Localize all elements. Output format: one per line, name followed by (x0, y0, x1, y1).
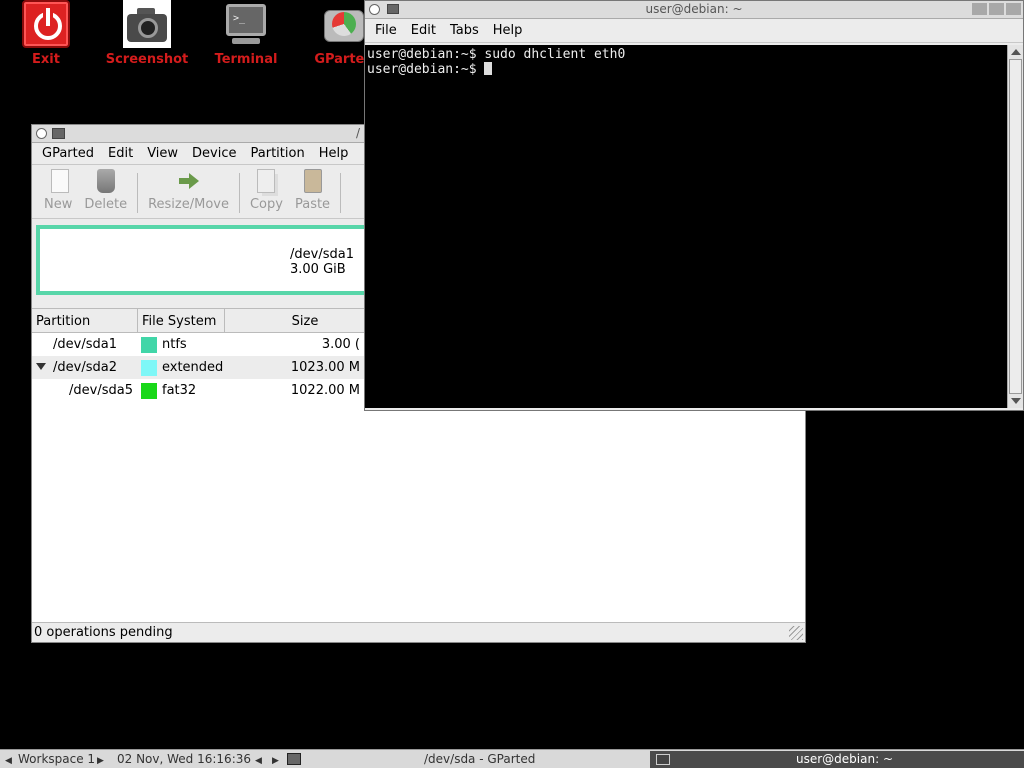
desktop-icon-screenshot[interactable]: Screenshot (97, 0, 197, 67)
status-text: 0 operations pending (34, 625, 173, 640)
desktop-icon-exit[interactable]: Exit (0, 0, 96, 67)
expander-arrow-icon[interactable] (36, 363, 46, 370)
status-bar: 0 operations pending (32, 622, 805, 642)
window-title: user@debian: ~ (645, 2, 743, 16)
menu-file[interactable]: File (368, 23, 404, 38)
window-controls (972, 3, 1021, 15)
toolbar-separator (340, 173, 342, 213)
terminal-menubar: File Edit Tabs Help (365, 19, 1023, 43)
text-cursor (484, 62, 493, 75)
partition-name: /dev/sda1 (53, 337, 117, 352)
menu-gparted[interactable]: GParted (35, 146, 101, 161)
window-title: / (356, 126, 361, 140)
map-device-size: 3.00 GiB (290, 262, 346, 277)
taskbar: Workspace 1 02 Nov, Wed 16:16:36 /dev/sd… (0, 749, 1024, 768)
menu-help[interactable]: Help (486, 23, 530, 38)
terminal-task-icon (656, 754, 670, 765)
new-document-icon (50, 169, 69, 193)
resize-move-button[interactable]: Resize/Move (142, 169, 235, 212)
partition-map-segment[interactable]: /dev/sda1 3.00 GiB (290, 247, 354, 277)
power-icon (22, 0, 70, 48)
workspace-label[interactable]: Workspace 1 (18, 752, 95, 766)
paste-button[interactable]: Paste (289, 169, 336, 212)
close-button[interactable] (1006, 3, 1021, 15)
new-button[interactable]: New (38, 169, 78, 212)
column-header-filesystem[interactable]: File System (138, 309, 225, 332)
menu-partition[interactable]: Partition (244, 146, 312, 161)
toolbar-separator (137, 173, 139, 213)
workspace-next-icon[interactable] (97, 752, 104, 766)
filesystem-name: extended (162, 360, 224, 375)
filesystem-name: fat32 (162, 383, 197, 398)
filesystem-name: ntfs (162, 337, 187, 352)
map-device-name: /dev/sda1 (290, 247, 354, 262)
terminal-output[interactable]: user@debian:~$ sudo dhclient eth0 user@de… (365, 45, 1007, 408)
partition-name-cell: /dev/sda2 (32, 360, 138, 375)
paste-icon (303, 169, 322, 193)
partition-size: 1022.00 M (290, 383, 360, 398)
menu-tabs[interactable]: Tabs (443, 23, 486, 38)
menu-help[interactable]: Help (312, 146, 356, 161)
trash-icon (96, 169, 115, 193)
filesystem-color-swatch (141, 359, 157, 376)
partition-size: 1023.00 M (290, 360, 360, 375)
partition-size: 3.00 ( (321, 337, 360, 352)
copy-button-label: Copy (249, 197, 283, 212)
desktop-icon-label: Terminal (214, 52, 278, 67)
menu-edit[interactable]: Edit (101, 146, 140, 161)
column-header-size[interactable]: Size (225, 309, 385, 332)
scroll-down-arrow-icon[interactable] (1011, 398, 1021, 404)
terminal-titlebar[interactable]: user@debian: ~ (365, 1, 1023, 19)
delete-button-label: Delete (84, 197, 128, 212)
copy-button[interactable]: Copy (244, 169, 289, 212)
maximize-button[interactable] (989, 3, 1004, 15)
resize-arrow-icon (177, 169, 201, 193)
terminal-window: user@debian: ~ File Edit Tabs Help user@… (364, 0, 1024, 411)
new-button-label: New (44, 197, 73, 212)
minimize-button[interactable] (972, 3, 987, 15)
terminal-scrollbar[interactable] (1007, 45, 1023, 408)
filesystem-color-swatch (141, 336, 157, 353)
desktop-icon-label: Screenshot (105, 52, 189, 67)
clock: 02 Nov, Wed 16:16:36 (117, 752, 252, 766)
window-menu-icon[interactable] (36, 128, 47, 139)
copy-icon (257, 169, 276, 193)
gparted-task-icon (287, 753, 301, 765)
paste-button-label: Paste (294, 197, 331, 212)
terminal-line: user@debian:~$ sudo dhclient eth0 (367, 47, 626, 62)
menu-device[interactable]: Device (185, 146, 243, 161)
task-gparted[interactable]: /dev/sda - GParted (418, 751, 541, 768)
desktop-icon-label: Exit (32, 52, 60, 67)
workspace-prev-icon[interactable] (5, 752, 12, 766)
task-prev-icon[interactable] (255, 752, 262, 766)
gparted-app-icon (52, 128, 65, 139)
task-terminal-label: user@debian: ~ (796, 752, 893, 766)
menu-edit[interactable]: Edit (404, 23, 443, 38)
partition-name: /dev/sda5 (69, 383, 133, 398)
partition-name: /dev/sda2 (53, 360, 117, 375)
filesystem-color-swatch (141, 382, 157, 399)
camera-icon (123, 0, 171, 48)
toolbar-separator (238, 173, 240, 213)
gparted-icon (320, 0, 368, 48)
terminal-prompt-line: user@debian:~$ (367, 62, 1005, 77)
resize-move-button-label: Resize/Move (148, 197, 229, 212)
scroll-up-arrow-icon[interactable] (1011, 49, 1021, 55)
desktop-icon-terminal[interactable]: >_ Terminal (196, 0, 296, 67)
task-terminal[interactable]: user@debian: ~ (650, 751, 1024, 768)
menu-view[interactable]: View (140, 146, 185, 161)
terminal-prompt: user@debian:~$ (367, 62, 485, 77)
terminal-icon: >_ (222, 0, 270, 48)
resize-grip-icon[interactable] (789, 626, 803, 640)
delete-button[interactable]: Delete (78, 169, 133, 212)
column-header-partition[interactable]: Partition (32, 309, 138, 332)
scrollbar-thumb[interactable] (1009, 59, 1022, 394)
task-next-icon[interactable] (272, 752, 279, 766)
